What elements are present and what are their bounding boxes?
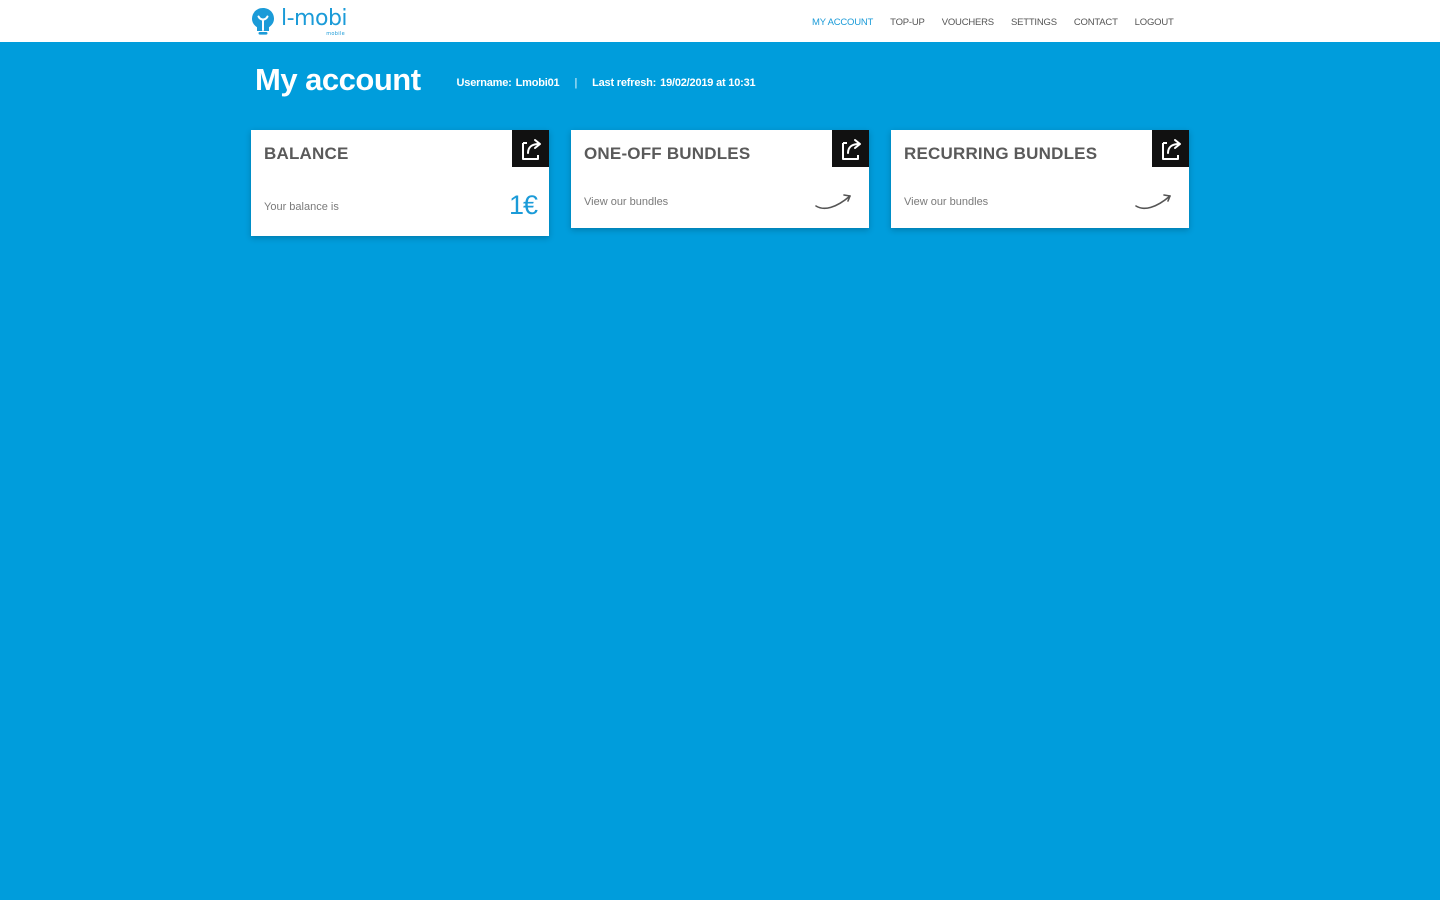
one-off-bundles-card-subtitle: View our bundles [584, 196, 669, 208]
nav-link-settings[interactable]: SETTINGS [1011, 17, 1057, 28]
account-meta: Username: Lmobi01 | Last refresh: 19/02/… [457, 71, 756, 89]
nav-item-top-up: TOP-UP [890, 12, 925, 30]
page-header: My account Username: Lmobi01 | Last refr… [255, 60, 756, 100]
nav-item-logout: LOGOUT [1135, 12, 1174, 30]
balance-card-title: BALANCE [264, 144, 349, 163]
page-title: My account [255, 62, 421, 97]
last-refresh-label: Last refresh: [592, 77, 657, 89]
open-external-icon [841, 138, 861, 160]
curved-arrow-icon[interactable] [814, 188, 854, 212]
meta-separator: | [574, 77, 578, 89]
recurring-bundles-card-title: RECURRING BUNDLES [904, 144, 1098, 163]
username-label: Username: [456, 77, 512, 89]
balance-card[interactable]: BALANCE Your balance is 1€ [251, 130, 549, 236]
nav-item-settings: SETTINGS [1011, 12, 1057, 30]
brand-wordmark: l-mobi mobile [281, 6, 348, 37]
balance-card-subtitle: Your balance is [264, 201, 339, 213]
brand-tagline: mobile [326, 31, 346, 37]
open-external-icon [521, 138, 541, 160]
nav-link-logout[interactable]: LOGOUT [1135, 17, 1174, 28]
brand-logo[interactable]: l-mobi mobile [250, 5, 348, 37]
nav-link-top-up[interactable]: TOP-UP [890, 17, 925, 28]
nav-link-vouchers[interactable]: VOUCHERS [942, 17, 994, 28]
lightbulb-logo-icon [252, 8, 274, 35]
open-external-icon [1161, 138, 1181, 160]
recurring-bundles-card-subtitle: View our bundles [904, 196, 989, 208]
brand-name: l-mobi [281, 6, 348, 31]
nav-item-my-account: MY ACCOUNT [812, 12, 873, 30]
balance-open-button[interactable] [512, 130, 549, 167]
balance-amount: 1€ [508, 190, 538, 220]
username-value: Lmobi01 [515, 77, 560, 89]
recurring-bundles-card[interactable]: RECURRING BUNDLES View our bundles [891, 130, 1189, 228]
nav-item-vouchers: VOUCHERS [942, 12, 994, 30]
nav-item-contact: CONTACT [1074, 12, 1118, 30]
one-off-bundles-open-button[interactable] [832, 130, 869, 167]
one-off-bundles-card[interactable]: ONE-OFF BUNDLES View our bundles [571, 130, 869, 228]
main-menu: MY ACCOUNT TOP-UP VOUCHERS SETTINGS CONT… [812, 0, 1174, 42]
top-navigation-bar: l-mobi mobile MY ACCOUNT TOP-UP VOUCHERS… [0, 0, 1440, 42]
curved-arrow-icon[interactable] [1134, 188, 1174, 212]
nav-link-contact[interactable]: CONTACT [1074, 17, 1118, 28]
last-refresh-value: 19/02/2019 at 10:31 [660, 77, 756, 89]
recurring-bundles-open-button[interactable] [1152, 130, 1189, 167]
one-off-bundles-card-title: ONE-OFF BUNDLES [584, 144, 751, 163]
nav-link-my-account[interactable]: MY ACCOUNT [812, 17, 873, 28]
